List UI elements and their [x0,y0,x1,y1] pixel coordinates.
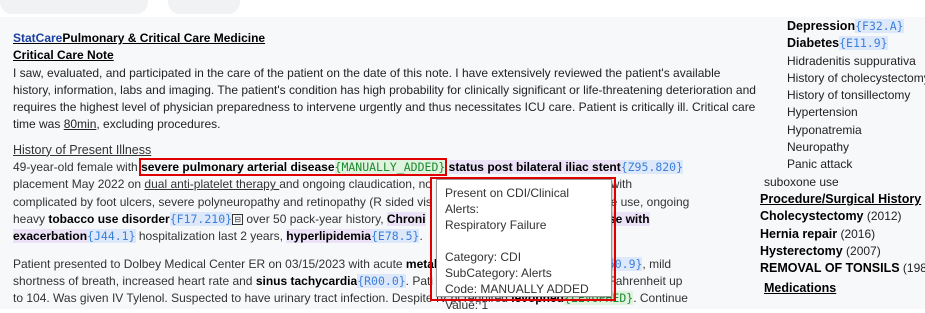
flagged-diagnosis[interactable]: severe pulmonary arterial disease{MANUAL… [139,158,448,177]
hpi-heading: History of Present Illness [13,142,152,157]
clinical-note: StatCarePulmonary & Critical Care Medici… [13,30,758,307]
surgical-item: Cholecystectomy (2012) [760,209,902,224]
surgical-item: Hernia repair (2016) [760,226,876,241]
diagnosis-term[interactable]: tobacco use disorder [48,212,169,226]
critical-care-time: 80min [63,117,97,132]
diagnosis-term[interactable]: status post bilateral iliac stent [448,160,621,175]
diagnosis-code[interactable]: {J44.1} [87,229,136,244]
surgical-history-heading: Procedure/Surgical History [760,191,922,206]
diagnosis-code[interactable]: {R00.0} [357,273,406,288]
problem-item: Hidradenitis suppurativa [787,53,916,68]
surgical-item: REMOVAL OF TONSILS (1982 [760,261,925,276]
problem-item[interactable]: Diabetes{E11.9} [760,35,925,52]
attestation-paragraph: I saw, evaluated, and participated in th… [13,65,756,132]
diagnosis-term[interactable]: metal [406,257,437,271]
diagnosis-code[interactable]: {E11.9} [839,36,888,51]
hpi-paragraph: 49-year-old female with severe pulmonary… [13,158,690,244]
problem-item: Hyponatremia [787,122,862,137]
expand-icon[interactable]: ⊟ [232,214,244,226]
diagnosis-code[interactable]: {F17.210} [169,211,233,226]
note-title: StatCarePulmonary & Critical Care Medici… [13,31,266,45]
tooltip-category: Category: CDI [445,250,522,264]
problem-list-sidebar: Depression{F32.A} Diabetes{E11.9} Hidrad… [760,18,925,298]
tooltip-code: Code: MANUALLY ADDED [445,282,589,296]
diagnosis-term[interactable]: sinus tachycardia [256,274,357,288]
presentation-paragraph: Patient presented to Dolbey Medical Cent… [13,256,688,306]
top-strip [0,0,925,18]
note-subtitle: Critical Care Note [13,48,114,63]
surgical-item: Hysterectomy (2007) [760,243,881,258]
problem-item: Panic attack [787,157,853,172]
tooltip-subcategory: SubCategory: Alerts [445,266,552,280]
problem-item: Neuropathy [787,140,850,155]
diagnosis-code[interactable]: {MANUALLY_ADDED} [334,160,446,175]
brand-name: StatCare [13,31,63,45]
toolbar-tab[interactable] [0,0,148,14]
problem-item: suboxone use [764,174,839,189]
problem-item: Hypertension [787,105,858,120]
tooltip-line: Respiratory Failure [445,218,547,232]
diagnosis-term[interactable]: hyperlipidemia [286,229,371,244]
diagnosis-code[interactable]: {Z95.820} [620,160,684,175]
problem-item: History of cholecystectomy [787,70,925,85]
diagnosis-term[interactable]: Chroni [386,211,426,226]
toolbar-button[interactable] [168,0,240,14]
problem-item: History of tonsillectomy [787,88,911,103]
tooltip-value: Value: 1 [445,298,489,312]
medications-heading: Medications [764,281,837,296]
diagnosis-term[interactable]: exacerbation [13,229,88,244]
tooltip-line: Present on CDI/Clinical Alerts: [445,186,570,216]
problem-item[interactable]: Depression{F32.A} [760,18,925,35]
code-tooltip: Present on CDI/Clinical Alerts: Respirat… [436,179,612,312]
diagnosis-code[interactable]: {E78.5} [370,229,420,244]
diagnosis-code[interactable]: {F32.A} [855,19,904,33]
